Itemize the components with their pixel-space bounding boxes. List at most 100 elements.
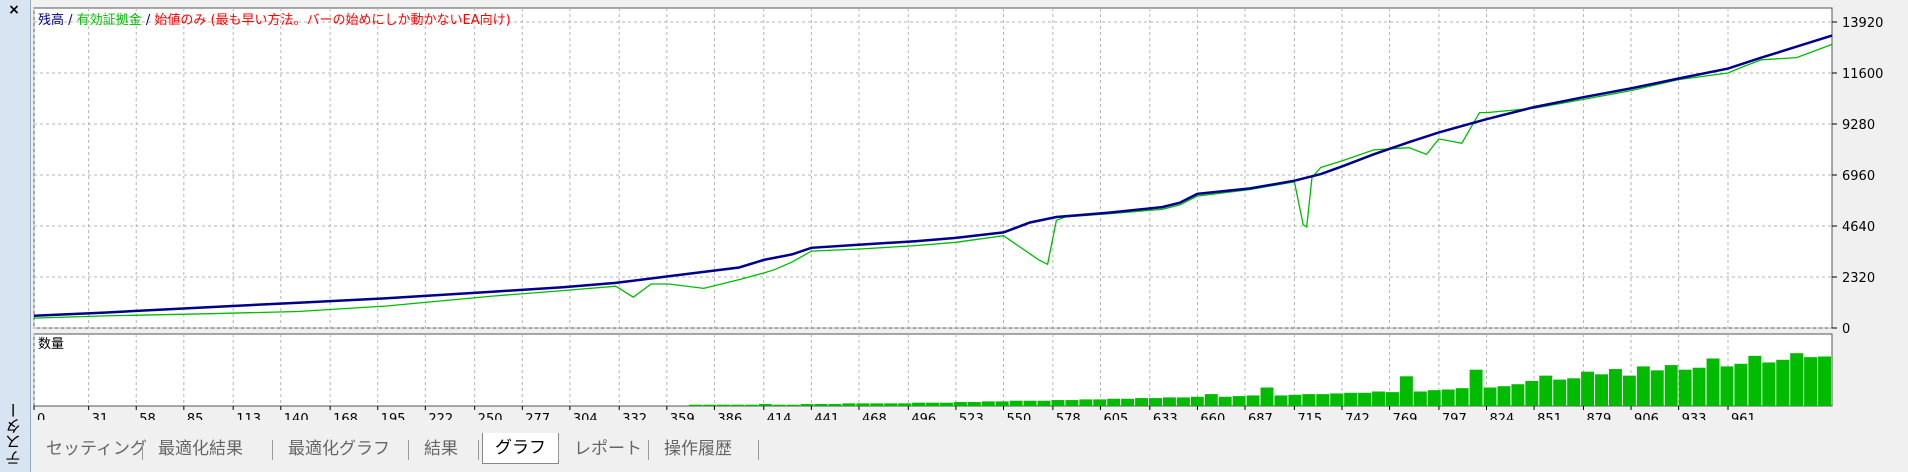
volume-bar	[1274, 395, 1288, 406]
y-tick-label: 6960	[1842, 169, 1875, 184]
tab-3[interactable]: 最適化グラフ	[276, 434, 402, 464]
volume-bar	[1176, 397, 1190, 406]
tab-6[interactable]: レポート	[562, 434, 654, 464]
tester-panel-title: テスター	[5, 402, 24, 466]
x-tick-label: 523	[959, 412, 984, 420]
volume-bar	[1413, 391, 1427, 406]
volume-bar	[1260, 387, 1274, 406]
volume-bar	[828, 404, 842, 406]
volume-bar	[1790, 353, 1804, 406]
volume-bar	[1539, 375, 1553, 406]
tab-2[interactable]: 最適化結果	[146, 434, 255, 464]
main-chart-panel	[33, 7, 1833, 329]
x-tick-label: 140	[284, 412, 309, 420]
volume-bar	[1441, 389, 1455, 406]
volume-bar	[1162, 397, 1176, 406]
volume-bar	[1525, 380, 1539, 406]
volume-bar	[1232, 396, 1246, 406]
tab-separator	[558, 440, 559, 460]
volume-bar	[870, 403, 884, 406]
close-button[interactable]: ×	[4, 2, 24, 18]
volume-bar	[1622, 375, 1636, 406]
volume-bar	[1037, 400, 1051, 406]
volume-bar	[1009, 400, 1023, 406]
x-tick-label: 769	[1393, 412, 1418, 420]
volume-bar	[898, 403, 912, 406]
tab-separator	[478, 440, 479, 460]
volume-bar	[1706, 358, 1720, 406]
volume-bar	[786, 404, 800, 406]
x-tick-label: 332	[622, 412, 647, 420]
volume-bar	[1636, 366, 1650, 406]
volume-bar	[1608, 369, 1622, 406]
x-tick-label: 660	[1200, 412, 1225, 420]
volume-bar	[1664, 365, 1678, 406]
volume-bar	[1595, 374, 1608, 406]
volume-bar	[1678, 369, 1692, 406]
tab-separator	[408, 440, 409, 460]
volume-bar	[1344, 392, 1358, 406]
y-tick-label: 4640	[1842, 220, 1875, 235]
volume-bar	[1121, 398, 1135, 406]
y-tick-label: 0	[1842, 322, 1850, 337]
volume-bar	[716, 404, 730, 406]
x-tick-label: 304	[573, 412, 598, 420]
volume-bar	[1330, 393, 1344, 406]
volume-bar	[1135, 398, 1149, 406]
volume-bar	[1483, 387, 1497, 406]
x-tick-label: 85	[187, 412, 204, 420]
volume-bar	[981, 401, 995, 406]
volume-bar	[689, 404, 703, 406]
tab-7[interactable]: 操作履歴	[652, 434, 744, 464]
y-tick-label: 13920	[1842, 16, 1883, 31]
x-tick-label: 797	[1442, 412, 1467, 420]
x-tick-label: 550	[1007, 412, 1032, 420]
x-tick-label: 168	[333, 412, 358, 420]
x-tick-label: 31	[92, 412, 109, 420]
volume-bar	[1553, 379, 1567, 406]
tab-1[interactable]: セッティング	[34, 434, 159, 464]
y-tick-label: 2320	[1842, 271, 1875, 286]
x-tick-label: 222	[428, 412, 453, 420]
volume-bar	[856, 403, 870, 406]
x-tick-label: 195	[381, 412, 406, 420]
volume-bar	[1469, 369, 1483, 406]
x-tick-label: 633	[1153, 412, 1178, 420]
volume-bar	[744, 404, 758, 406]
tab-4[interactable]: 結果	[412, 434, 470, 464]
tab-5[interactable]: グラフ	[482, 433, 559, 464]
volume-bar	[1692, 367, 1706, 406]
x-tick-label: 468	[862, 412, 887, 420]
volume-bar	[1372, 391, 1385, 406]
volume-bar	[1567, 378, 1581, 406]
x-tick-label: 851	[1537, 412, 1562, 420]
volume-bar	[1497, 386, 1511, 406]
volume-bar	[995, 401, 1009, 406]
volume-bar	[1762, 362, 1776, 406]
volume-bar	[939, 402, 953, 406]
tester-chart: 0 2320 4640 6960 9280 11600 13920 0 31 58 85 113 140…	[33, 7, 1883, 427]
x-tick-label: 578	[1056, 412, 1081, 420]
volume-bar	[703, 404, 716, 406]
y-tick-label: 11600	[1842, 67, 1883, 82]
tab-separator	[648, 440, 649, 460]
x-tick-label: 605	[1103, 412, 1128, 420]
volume-bar	[1149, 398, 1162, 406]
legend-balance: 残高	[38, 12, 64, 28]
x-tick-label: 824	[1490, 412, 1515, 420]
volume-bar	[814, 404, 828, 406]
volume-bar	[1399, 376, 1413, 406]
x-tick-label: 687	[1248, 412, 1273, 420]
x-tick-label: 414	[767, 412, 792, 420]
tab-separator	[272, 440, 273, 460]
tab-separator	[142, 440, 143, 460]
x-tick-label: 961	[1731, 412, 1756, 420]
x-tick-label: 277	[525, 412, 550, 420]
y-tick-label: 9280	[1842, 118, 1875, 133]
volume-bar	[1190, 396, 1204, 406]
volume-bar	[1720, 366, 1734, 406]
x-tick-label: 933	[1682, 412, 1707, 420]
tester-tab-bar: セッティング 最適化結果 最適化グラフ 結果 グラフ レポート 操作履歴	[32, 430, 1908, 470]
volume-bar	[967, 402, 981, 406]
volume-bar	[1804, 357, 1818, 406]
